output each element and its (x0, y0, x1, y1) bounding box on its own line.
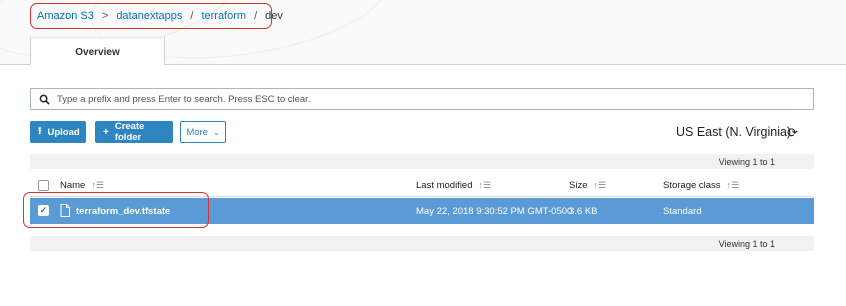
create-folder-button[interactable]: + Create folder (95, 121, 173, 143)
column-header-storage-class[interactable]: Storage class ↑☰ (663, 180, 739, 191)
breadcrumb-folder-terraform[interactable]: terraform (201, 10, 246, 22)
breadcrumb-separator: / (190, 10, 194, 22)
column-header-size[interactable]: Size ↑☰ (569, 180, 606, 191)
region-label: US East (N. Virginia) (676, 125, 792, 139)
column-header-name[interactable]: Name ↑☰ (60, 180, 104, 191)
search-input[interactable] (57, 93, 757, 105)
breadcrumb: Amazon S3 > datanextapps / terraform / d… (30, 3, 283, 29)
search-icon (39, 94, 50, 105)
plus-icon: + (103, 126, 109, 138)
breadcrumb-separator: > (101, 10, 109, 22)
file-last-modified: May 22, 2018 9:30:52 PM GMT-0500 (416, 206, 573, 217)
breadcrumb-bucket[interactable]: datanextapps (116, 10, 182, 22)
sort-icon: ↑☰ (478, 180, 492, 190)
chevron-down-icon: ⌄ (212, 127, 220, 137)
create-folder-button-label: Create folder (114, 121, 145, 143)
pagination-status-top: Viewing 1 to 1 (30, 154, 814, 169)
upload-button[interactable]: ⭱ Upload (30, 121, 86, 143)
tab-overview[interactable]: Overview (30, 36, 165, 65)
upload-button-label: Upload (47, 126, 80, 138)
breadcrumb-separator: / (254, 10, 258, 22)
more-button-label: More (186, 126, 208, 138)
breadcrumb-amazon-s3[interactable]: Amazon S3 (37, 10, 94, 22)
column-header-last-modified[interactable]: Last modified ↑☰ (416, 180, 491, 191)
breadcrumb-current-folder: dev (265, 10, 283, 22)
file-storage-class: Standard (663, 206, 702, 217)
upload-icon: ⭱ (38, 125, 42, 137)
file-size: 3.6 KB (569, 206, 598, 217)
refresh-icon[interactable]: ⟳ (787, 125, 798, 141)
search-bar[interactable] (30, 88, 814, 110)
annotation-highlight (23, 192, 209, 228)
pagination-status-bottom: Viewing 1 to 1 (30, 236, 814, 251)
sort-icon: ↑☰ (726, 180, 740, 190)
select-all-checkbox[interactable] (38, 180, 49, 191)
sort-icon: ↑☰ (91, 180, 104, 190)
more-dropdown-button[interactable]: More ⌄ (180, 121, 226, 143)
sort-icon: ↑☰ (593, 180, 607, 190)
